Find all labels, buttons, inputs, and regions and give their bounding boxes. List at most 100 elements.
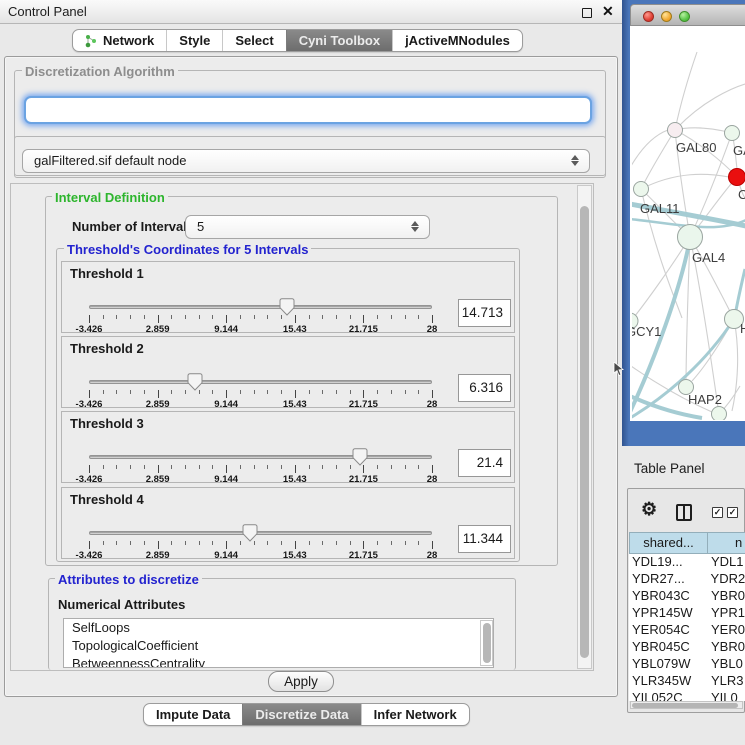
slider-thumb[interactable]: [352, 448, 368, 466]
table-data-select[interactable]: galFiltered.sif default node: [22, 149, 590, 173]
network-node[interactable]: [729, 169, 745, 186]
number-of-intervals-label: Number of Intervals: [72, 219, 194, 234]
scrollbar-thumb[interactable]: [632, 703, 738, 709]
slider-thumb[interactable]: [242, 524, 258, 542]
number-of-intervals-spinner[interactable]: 5: [185, 215, 430, 239]
float-window-icon[interactable]: [582, 8, 592, 18]
table-row[interactable]: YBR045CYBR0: [629, 639, 745, 656]
tab-label: Impute Data: [156, 707, 230, 722]
threshold-value-field[interactable]: 14.713: [458, 299, 511, 327]
tick-mark: [336, 315, 337, 319]
tab-select[interactable]: Select: [222, 30, 285, 51]
network-graph[interactable]: GAL80GACGAL11GAL4GCY1HHAP2: [632, 26, 745, 420]
table-row[interactable]: YDL19...YDL1: [629, 554, 745, 571]
tick-mark: [103, 465, 104, 469]
threshold-slider[interactable]: -3.4262.8599.14415.4321.71528: [89, 522, 432, 560]
node-label: GA: [733, 143, 745, 158]
tab-impute-data[interactable]: Impute Data: [144, 704, 242, 725]
tab-cyni-toolbox[interactable]: Cyni Toolbox: [286, 30, 392, 51]
network-view[interactable]: GAL80GACGAL11GAL4GCY1HHAP2: [630, 26, 745, 421]
close-traffic-light-icon[interactable]: [643, 11, 654, 22]
column-header-name[interactable]: n: [707, 532, 745, 554]
network-node[interactable]: [678, 225, 703, 250]
list-scrollbar[interactable]: [480, 620, 493, 666]
slider-track[interactable]: [89, 305, 432, 309]
tab-discretize-data[interactable]: Discretize Data: [242, 704, 360, 725]
tick-mark: [254, 465, 255, 469]
attribute-item[interactable]: TopologicalCoefficient: [64, 637, 493, 655]
threshold-slider[interactable]: -3.4262.8599.14415.4321.71528: [89, 296, 432, 334]
tick-mark: [322, 315, 323, 319]
tick-mark: [363, 315, 364, 323]
tick-mark: [309, 541, 310, 545]
slider-track[interactable]: [89, 455, 432, 459]
tick-label: 28: [427, 550, 438, 561]
threshold-value-field[interactable]: 6.316: [458, 374, 511, 402]
tab-jactivemnodules[interactable]: jActiveMNodules: [392, 30, 522, 51]
horizontal-scrollbar[interactable]: [630, 701, 743, 709]
tick-mark: [391, 315, 392, 319]
tick-mark: [336, 465, 337, 469]
table-row[interactable]: YBL079WYBL0: [629, 656, 745, 673]
vertical-scrollbar[interactable]: [577, 185, 592, 669]
tick-mark: [432, 390, 433, 398]
tick-mark: [391, 541, 392, 545]
table-rows[interactable]: YDL19...YDL1YDR27...YDR2YBR043CYBR0YPR14…: [629, 554, 745, 701]
threshold-value-field[interactable]: 11.344: [458, 525, 511, 553]
apply-button[interactable]: Apply: [268, 671, 334, 692]
tab-infer-network[interactable]: Infer Network: [361, 704, 469, 725]
tick-mark: [240, 390, 241, 394]
tick-mark: [212, 390, 213, 394]
checkbox-icon[interactable]: ✓: [712, 507, 723, 518]
network-window-titlebar[interactable]: [630, 4, 745, 26]
scrollbar-thumb[interactable]: [580, 206, 589, 658]
minimize-traffic-light-icon[interactable]: [661, 11, 672, 22]
threshold-slider[interactable]: -3.4262.8599.14415.4321.71528: [89, 371, 432, 409]
column-header-shared-name[interactable]: shared...: [629, 532, 707, 554]
scrollbar-thumb[interactable]: [483, 623, 491, 663]
tick-mark: [240, 315, 241, 319]
table-row[interactable]: YPR145WYPR1: [629, 605, 745, 622]
tick-mark: [267, 465, 268, 469]
threshold-panel: Threshold 2 -3.4262.8599.14415.4321.7152…: [61, 336, 515, 408]
threshold-slider[interactable]: -3.4262.8599.14415.4321.71528: [89, 446, 432, 484]
table-row[interactable]: YBR043CYBR0: [629, 588, 745, 605]
cell-shared-name: YIL052C: [629, 690, 709, 701]
numerical-attributes-list[interactable]: SelfLoopsTopologicalCoefficientBetweenne…: [63, 618, 494, 668]
tick-mark: [267, 390, 268, 394]
network-node[interactable]: [712, 407, 727, 421]
network-node[interactable]: [634, 182, 649, 197]
slider-track[interactable]: [89, 531, 432, 535]
stepper-arrows-icon[interactable]: [411, 220, 420, 233]
network-node[interactable]: [668, 123, 683, 138]
table-row[interactable]: YIL052CYIL0: [629, 690, 745, 701]
cell-name: YIL0: [709, 690, 738, 701]
algorithm-select[interactable]: [24, 96, 592, 124]
close-icon[interactable]: ✕: [602, 3, 614, 20]
zoom-traffic-light-icon[interactable]: [679, 11, 690, 22]
gear-icon[interactable]: ⚙: [641, 499, 657, 520]
tab-style[interactable]: Style: [166, 30, 222, 51]
threshold-value-field[interactable]: 21.4: [458, 449, 511, 477]
tick-mark: [405, 465, 406, 469]
tick-mark: [432, 541, 433, 549]
table-row[interactable]: YDR27...YDR2: [629, 571, 745, 588]
column-layout-icon[interactable]: [676, 504, 692, 521]
attribute-item[interactable]: BetweennessCentrality: [64, 655, 493, 668]
tick-labels: -3.4262.8599.14415.4321.71528: [89, 399, 432, 411]
slider-track[interactable]: [89, 380, 432, 384]
tick-mark: [144, 541, 145, 545]
attribute-item[interactable]: SelfLoops: [64, 619, 493, 637]
stepper-arrows-icon[interactable]: [571, 154, 580, 167]
tick-label: 2.859: [146, 550, 170, 561]
tick-mark: [226, 465, 227, 473]
table-row[interactable]: YLR345WYLR3: [629, 673, 745, 690]
network-node[interactable]: [725, 126, 740, 141]
checkbox-icon[interactable]: ✓: [727, 507, 738, 518]
tick-mark: [103, 390, 104, 394]
tab-network[interactable]: Network: [73, 30, 166, 51]
slider-thumb[interactable]: [187, 373, 203, 391]
tick-mark: [254, 541, 255, 545]
table-row[interactable]: YER054CYER0: [629, 622, 745, 639]
slider-thumb[interactable]: [279, 298, 295, 316]
